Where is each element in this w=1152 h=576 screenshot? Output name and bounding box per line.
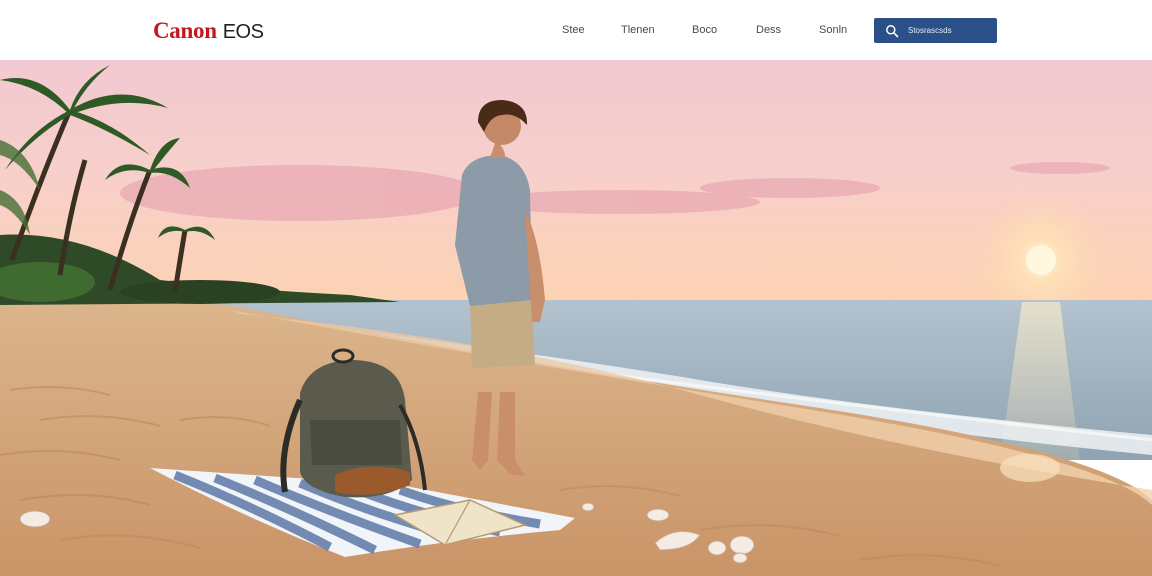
hero-image	[0, 60, 1152, 576]
nav-item-4[interactable]: Dess	[756, 24, 781, 36]
brand-logo[interactable]: Canon EOS	[153, 18, 264, 44]
sun	[1026, 245, 1056, 275]
nav-item-5[interactable]: Sonln	[819, 24, 847, 36]
hero-banner	[0, 60, 1152, 576]
search-input[interactable]	[908, 26, 998, 35]
search-bar[interactable]	[874, 18, 998, 43]
brand-name: Canon	[153, 18, 217, 43]
top-header: Canon EOS Stee Tlenen Boco Dess Sonln	[0, 0, 1152, 60]
brand-product: EOS	[222, 21, 264, 43]
nav-item-3[interactable]: Boco	[692, 24, 717, 36]
sand-glare	[1000, 454, 1060, 482]
nav-item-2[interactable]: Tlenen	[621, 24, 655, 36]
search-icon[interactable]	[885, 24, 899, 38]
nav-item-1[interactable]: Stee	[562, 24, 585, 36]
